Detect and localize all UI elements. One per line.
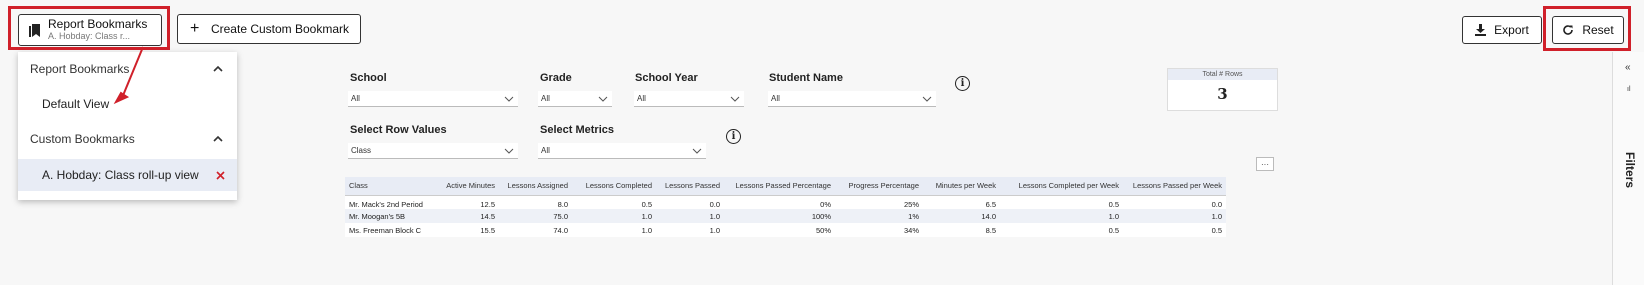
column-header[interactable]: Active Minutes — [435, 177, 499, 196]
school-year-filter-label: School Year — [635, 72, 698, 84]
table-cell: 25% — [903, 199, 919, 209]
table-cell: 8.0 — [557, 199, 568, 209]
table-cell: 1.0 — [572, 209, 656, 223]
total-rows-value: 3 — [1217, 85, 1228, 103]
chevron-down-icon — [922, 96, 932, 102]
table-cell: Mr. Mack's 2nd Period — [349, 199, 423, 209]
row-values-filter-label: Select Row Values — [350, 124, 447, 136]
table-cell: 0.5 — [1211, 225, 1222, 235]
table-cell: 0.5 — [641, 199, 652, 209]
table-cell: Mr. Moogan's 5B — [345, 209, 435, 223]
table-row: Mr. Moogan's 5B 14.5 75.0 1.0 1.0 100% 1… — [345, 209, 1226, 223]
chevron-down-icon — [692, 148, 702, 154]
data-table: Class Active Minutes Lessons Assigned Le… — [345, 177, 1226, 237]
table-cell: 8.5 — [985, 225, 996, 235]
chevron-down-icon — [730, 96, 740, 102]
table-cell: 74.0 — [553, 225, 568, 235]
download-icon — [1475, 24, 1487, 36]
info-icon[interactable]: i — [955, 76, 970, 91]
grade-select-value: All — [541, 94, 550, 103]
plus-icon: + — [190, 20, 200, 37]
table-cell: 0.0 — [709, 199, 720, 209]
highlight-box-reset — [1543, 6, 1631, 51]
bookmark-item-label: Default View — [42, 97, 110, 111]
school-filter-label: School — [350, 72, 387, 84]
bookmark-item-label: A. Hobday: Class roll-up view — [42, 168, 199, 182]
table-cell: 0.5 — [1108, 225, 1119, 235]
bookmark-item-class-rollup[interactable]: A. Hobday: Class roll-up view — [18, 159, 237, 191]
table-row: Ms. Freeman Block C 15.5 74.0 1.0 1.0 50… — [345, 223, 1226, 237]
more-options-button[interactable]: ··· — [1256, 157, 1274, 171]
create-custom-bookmark-label: Create Custom Bookmark — [210, 22, 350, 36]
column-header[interactable]: Lessons Passed per Week — [1123, 177, 1226, 196]
column-header[interactable]: Class — [345, 177, 435, 196]
column-header[interactable]: Minutes per Week — [923, 177, 1000, 196]
filters-sidebar-label: Filters — [1623, 152, 1637, 189]
row-values-select[interactable]: Class — [348, 143, 518, 159]
total-rows-label: Total # Rows — [1168, 69, 1277, 80]
table-cell: 12.5 — [480, 199, 495, 209]
table-cell: 0.5 — [1108, 199, 1119, 209]
table-cell: 1.0 — [709, 225, 720, 235]
table-cell: 1.0 — [1000, 209, 1123, 223]
table-cell: 1.0 — [641, 225, 652, 235]
collapse-chevron-icon[interactable]: « — [1625, 62, 1631, 73]
table-header-row: Class Active Minutes Lessons Assigned Le… — [345, 177, 1226, 196]
create-custom-bookmark-button[interactable]: + Create Custom Bookmark — [177, 14, 361, 44]
table-cell: 1% — [835, 209, 923, 223]
school-select[interactable]: All — [348, 91, 518, 107]
chevron-down-icon — [504, 96, 514, 102]
chevron-down-icon — [504, 148, 514, 154]
info-icon[interactable]: i — [726, 129, 741, 144]
table-cell: 34% — [903, 225, 919, 235]
export-label: Export — [1494, 23, 1529, 37]
table-cell: 0.0 — [1211, 199, 1222, 209]
table-cell: 6.5 — [985, 199, 996, 209]
metrics-filter-label: Select Metrics — [540, 124, 614, 136]
student-name-select[interactable]: All — [768, 91, 936, 107]
table-cell: Ms. Freeman Block C — [349, 225, 422, 235]
school-select-value: All — [351, 94, 360, 103]
custom-bookmarks-section-header[interactable]: Custom Bookmarks — [18, 124, 237, 154]
column-header[interactable]: Lessons Completed — [572, 177, 656, 196]
custom-bookmarks-header-label: Custom Bookmarks — [30, 132, 135, 146]
metrics-select[interactable]: All — [538, 143, 706, 159]
chevron-up-icon — [213, 65, 223, 72]
filters-sidebar[interactable]: « ıl Filters — [1612, 52, 1644, 285]
table-cell: 50% — [815, 225, 831, 235]
total-rows-card: Total # Rows 3 — [1167, 68, 1278, 111]
column-header[interactable]: Lessons Passed — [656, 177, 724, 196]
table-cell: 14.0 — [923, 209, 1000, 223]
school-year-select-value: All — [637, 94, 646, 103]
table-cell: 1.0 — [656, 209, 724, 223]
chevron-up-icon — [213, 135, 223, 142]
close-icon[interactable] — [216, 170, 225, 180]
table-row: Mr. Mack's 2nd Period 12.5 8.0 0.5 0.0 0… — [345, 195, 1226, 209]
annotation-arrow — [113, 46, 144, 105]
grade-filter-label: Grade — [540, 72, 572, 84]
student-name-select-value: All — [771, 94, 780, 103]
table-cell: 100% — [724, 209, 835, 223]
column-header[interactable]: Lessons Completed per Week — [1000, 177, 1123, 196]
table-cell: 0% — [820, 199, 831, 209]
student-name-filter-label: Student Name — [769, 72, 843, 84]
column-header[interactable]: Lessons Passed Percentage — [724, 177, 835, 196]
column-header[interactable]: Lessons Assigned — [499, 177, 572, 196]
column-header[interactable]: Progress Percentage — [835, 177, 923, 196]
grade-select[interactable]: All — [538, 91, 612, 107]
chevron-down-icon — [598, 96, 608, 102]
table-cell: 75.0 — [499, 209, 572, 223]
filter-bars-icon: ıl — [1627, 86, 1631, 93]
row-values-select-value: Class — [351, 146, 372, 155]
export-button[interactable]: Export — [1462, 16, 1542, 44]
metrics-select-value: All — [541, 146, 550, 155]
table-cell: 1.0 — [1123, 209, 1226, 223]
school-year-select[interactable]: All — [634, 91, 744, 107]
table-cell: 14.5 — [435, 209, 499, 223]
table-cell: 15.5 — [480, 225, 495, 235]
